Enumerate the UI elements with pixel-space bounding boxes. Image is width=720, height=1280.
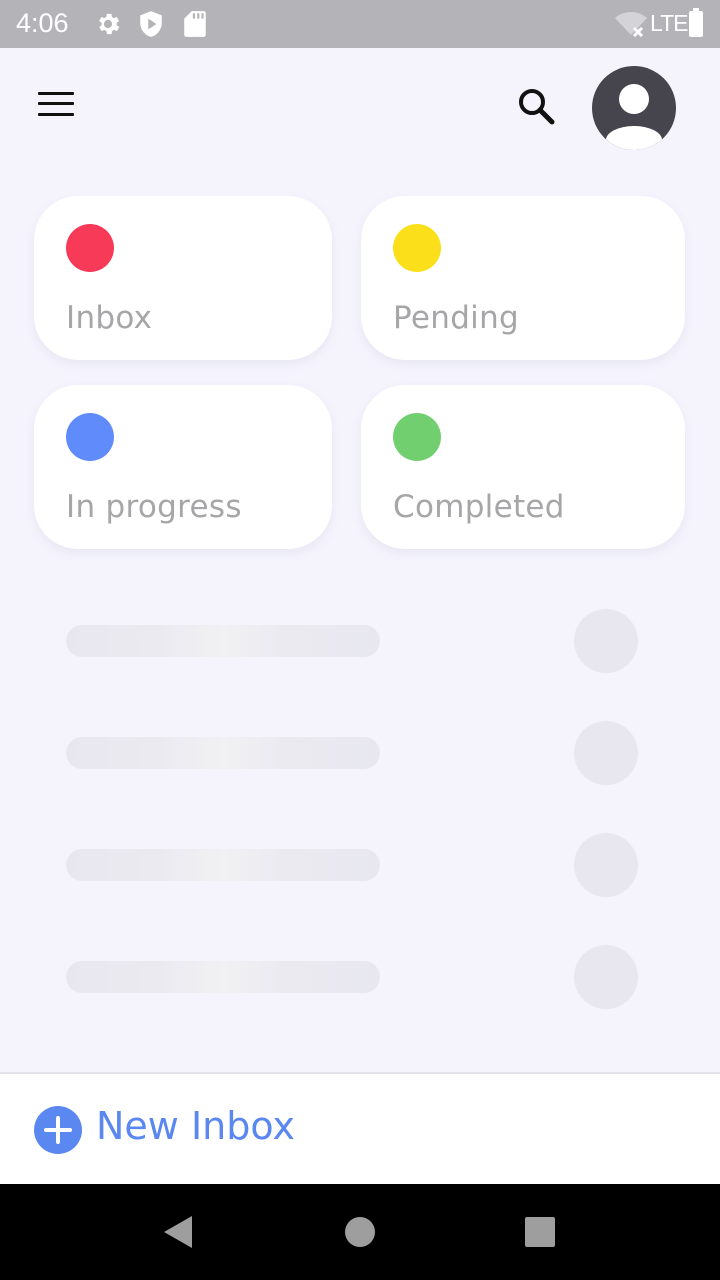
skeleton-avatar	[574, 609, 638, 673]
skeleton-avatar	[574, 721, 638, 785]
sd-card-icon	[184, 11, 206, 37]
category-card-completed[interactable]: Completed	[361, 385, 685, 549]
home-icon[interactable]	[344, 1216, 376, 1248]
system-nav-bar	[0, 1184, 720, 1280]
back-icon[interactable]	[162, 1214, 194, 1250]
search-icon[interactable]	[516, 86, 556, 126]
wifi-off-icon	[615, 12, 647, 38]
skeleton-text	[66, 625, 380, 657]
recents-icon[interactable]	[524, 1216, 556, 1248]
status-dot	[393, 224, 441, 272]
category-label: Pending	[393, 300, 520, 336]
battery-icon	[689, 8, 703, 37]
skeleton-text	[66, 737, 380, 769]
category-label: Inbox	[66, 300, 153, 336]
skeleton-text	[66, 961, 380, 993]
status-dot	[393, 413, 441, 461]
category-label: In progress	[66, 489, 242, 525]
plus-circle-icon	[34, 1106, 82, 1154]
status-time: 4:06	[16, 8, 69, 38]
category-card-inbox[interactable]: Inbox	[34, 196, 332, 360]
shield-play-icon	[140, 11, 162, 37]
skeleton-row	[0, 721, 720, 785]
skeleton-row	[0, 945, 720, 1009]
skeleton-row	[0, 609, 720, 673]
skeleton-avatar	[574, 833, 638, 897]
category-card-pending[interactable]: Pending	[361, 196, 685, 360]
bottom-action-bar: New Inbox	[0, 1072, 720, 1186]
category-label: Completed	[393, 489, 565, 525]
skeleton-row	[0, 833, 720, 897]
network-type: LTE	[650, 10, 688, 36]
new-inbox-label: New Inbox	[96, 1104, 295, 1148]
category-card-in-progress[interactable]: In progress	[34, 385, 332, 549]
status-dot	[66, 224, 114, 272]
gear-icon	[99, 13, 120, 35]
skeleton-text	[66, 849, 380, 881]
status-dot	[66, 413, 114, 461]
skeleton-avatar	[574, 945, 638, 1009]
status-bar: 4:06 LTE	[0, 0, 720, 48]
account-circle-icon[interactable]	[592, 66, 676, 150]
menu-icon[interactable]	[38, 92, 74, 116]
